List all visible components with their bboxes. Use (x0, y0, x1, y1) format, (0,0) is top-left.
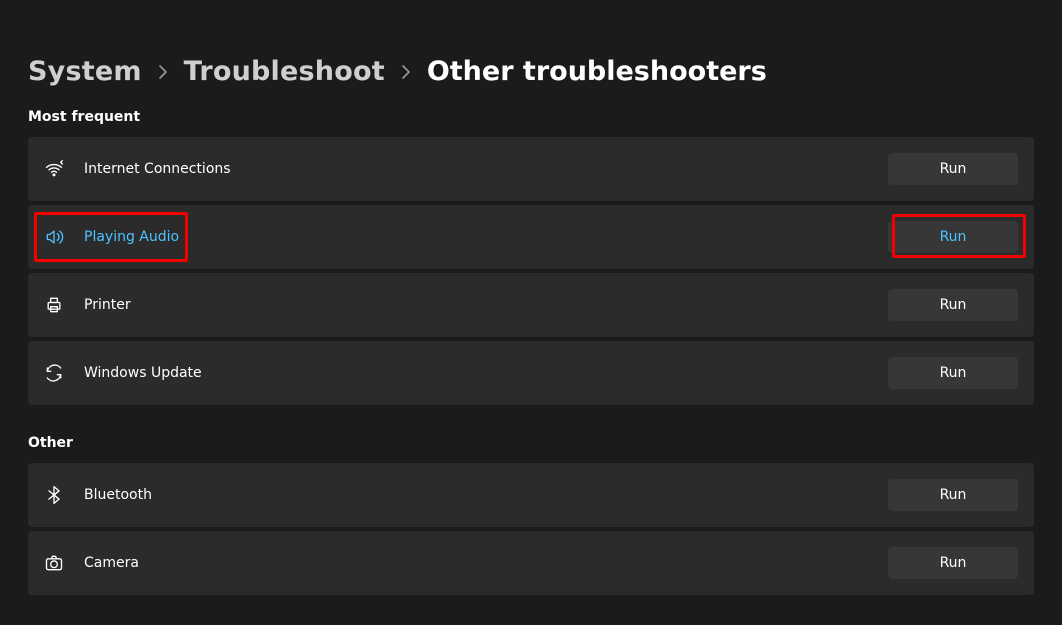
troubleshooter-row-bluetooth: Bluetooth Run (28, 463, 1034, 527)
run-button[interactable]: Run (888, 357, 1018, 389)
run-button[interactable]: Run (888, 289, 1018, 321)
printer-icon (44, 295, 80, 315)
run-button[interactable]: Run (888, 479, 1018, 511)
troubleshooter-label: Windows Update (80, 365, 888, 381)
title-bar-spacer (28, 14, 1034, 26)
troubleshooter-label: Internet Connections (80, 161, 888, 177)
run-button[interactable]: Run (888, 547, 1018, 579)
troubleshooter-row-camera: Camera Run (28, 531, 1034, 595)
breadcrumb-troubleshoot[interactable]: Troubleshoot (184, 56, 385, 87)
section-heading-other: Other (28, 435, 1034, 451)
breadcrumb-system[interactable]: System (28, 56, 142, 87)
wifi-icon (44, 159, 80, 179)
troubleshooter-list-other: Bluetooth Run Camera Run (28, 463, 1034, 595)
breadcrumb-current: Other troubleshooters (427, 56, 767, 87)
troubleshooter-label: Bluetooth (80, 487, 888, 503)
chevron-right-icon (401, 64, 411, 80)
troubleshooter-row-printer: Printer Run (28, 273, 1034, 337)
sync-icon (44, 363, 80, 383)
breadcrumb: System Troubleshoot Other troubleshooter… (28, 56, 1034, 87)
troubleshooter-row-windows-update: Windows Update Run (28, 341, 1034, 405)
troubleshooter-label: Playing Audio (80, 229, 888, 245)
troubleshooter-row-internet: Internet Connections Run (28, 137, 1034, 201)
troubleshooter-list-most-frequent: Internet Connections Run Playing Audio R… (28, 137, 1034, 405)
chevron-right-icon (158, 64, 168, 80)
run-button[interactable]: Run (888, 153, 1018, 185)
camera-icon (44, 553, 80, 573)
bluetooth-icon (44, 485, 80, 505)
speaker-icon (44, 227, 80, 247)
troubleshooter-label: Camera (80, 555, 888, 571)
troubleshooter-row-audio: Playing Audio Run (28, 205, 1034, 269)
troubleshooter-label: Printer (80, 297, 888, 313)
section-heading-most-frequent: Most frequent (28, 109, 1034, 125)
run-button[interactable]: Run (888, 221, 1018, 253)
